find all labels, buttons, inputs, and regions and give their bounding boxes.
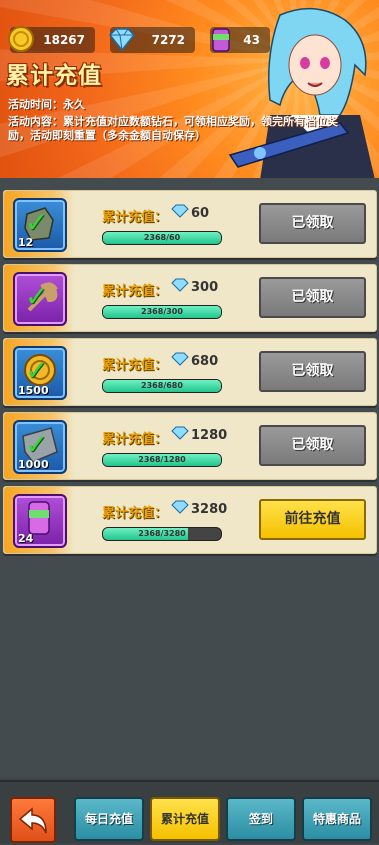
reward-quantity: 24 xyxy=(18,532,34,545)
reward-row: ✓ 累计充值： 300 2368/300 已领取 xyxy=(3,264,377,332)
progress-text: 2368/1280 xyxy=(138,455,186,464)
reward-amount: 300 xyxy=(191,280,219,295)
reward-quantity: 12 xyxy=(18,236,34,249)
back-button[interactable] xyxy=(10,797,56,843)
reward-row: ✓ 1500 累计充值： 680 2368/680 已领取 xyxy=(3,338,377,406)
progress-text: 2368/3280 xyxy=(138,529,186,538)
claimed-check-icon: ✓ xyxy=(25,280,49,313)
reward-label: 累计充值： xyxy=(102,284,168,299)
coin-counter: 18267 xyxy=(8,26,95,53)
reward-label: 累计充值： xyxy=(102,210,168,225)
coin-icon xyxy=(8,26,34,52)
header-banner: 18267 7272 43 累计充值 活动时间：永久 活动内容：累计充值对应数额… xyxy=(0,0,379,178)
diamond-icon xyxy=(171,352,189,366)
diamond-icon xyxy=(171,204,189,218)
tab-daily-recharge[interactable]: 每日充值 xyxy=(74,797,144,841)
reward-amount: 60 xyxy=(191,206,210,221)
tab-sign-in[interactable]: 签到 xyxy=(226,797,296,841)
progress-bar: 2368/1280 xyxy=(102,453,222,467)
reward-slot[interactable]: ✓ xyxy=(13,272,67,326)
activity-time: 活动时间：永久 xyxy=(8,98,85,111)
progress-text: 2368/680 xyxy=(141,381,183,390)
progress-bar: 2368/60 xyxy=(102,231,222,245)
tab-cumulative-recharge[interactable]: 累计充值 xyxy=(150,797,220,841)
page-title: 累计充值 xyxy=(6,63,102,89)
claimed-check-icon: ✓ xyxy=(25,428,49,461)
claimed-check-icon: ✓ xyxy=(25,206,49,239)
reward-slot[interactable]: 24 xyxy=(13,494,67,548)
progress-bar: 2368/3280 xyxy=(102,527,222,541)
progress-bar: 2368/300 xyxy=(102,305,222,319)
energy-value: 43 xyxy=(243,33,260,47)
claimed-check-icon: ✓ xyxy=(25,354,49,387)
diamond-counter: 7272 xyxy=(108,27,195,53)
reward-quantity: 1000 xyxy=(18,458,49,471)
progress-text: 2368/60 xyxy=(143,233,181,242)
energy-counter: 43 xyxy=(210,27,270,53)
progress-bar: 2368/680 xyxy=(102,379,222,393)
back-arrow-icon xyxy=(18,807,47,834)
reward-row: ✓ 1000 累计充值： 1280 2368/1280 已领取 xyxy=(3,412,377,480)
reward-amount: 680 xyxy=(191,354,219,369)
activity-description: 活动内容：累计充值对应数额钻石，可领相应奖励，领完所有档位奖励，活动即刻重置（多… xyxy=(8,115,338,142)
claimed-button[interactable]: 已领取 xyxy=(259,203,366,244)
reward-slot[interactable]: ✓ 1500 xyxy=(13,346,67,400)
go-recharge-button[interactable]: 前往充值 xyxy=(259,499,366,540)
reward-row: ✓ 12 累计充值： 60 2368/60 已领取 xyxy=(3,190,377,258)
reward-row: 24 累计充值： 3280 2368/3280 前往充值 xyxy=(3,486,377,554)
resource-bar: 18267 7272 43 xyxy=(0,26,379,55)
claimed-button[interactable]: 已领取 xyxy=(259,351,366,392)
reward-label: 累计充值： xyxy=(102,358,168,373)
claimed-button[interactable]: 已领取 xyxy=(259,277,366,318)
reward-list: ✓ 12 累计充值： 60 2368/60 已领取 ✓ 累计充值： 300 23… xyxy=(0,178,379,778)
reward-slot[interactable]: ✓ 12 xyxy=(13,198,67,252)
diamond-icon xyxy=(108,28,136,52)
reward-slot[interactable]: ✓ 1000 xyxy=(13,420,67,474)
reward-amount: 1280 xyxy=(191,428,228,443)
diamond-icon xyxy=(171,426,189,440)
reward-label: 累计充值： xyxy=(102,432,168,447)
tab-special-offers[interactable]: 特惠商品 xyxy=(302,797,372,841)
diamond-icon xyxy=(171,278,189,292)
energy-can-icon xyxy=(212,28,230,52)
reward-amount: 3280 xyxy=(191,502,228,517)
diamond-icon xyxy=(171,500,189,514)
progress-text: 2368/300 xyxy=(141,307,183,316)
claimed-button[interactable]: 已领取 xyxy=(259,425,366,466)
diamond-value: 7272 xyxy=(151,33,185,47)
bottom-nav: 每日充值 累计充值 签到 特惠商品 xyxy=(0,780,379,843)
coin-value: 18267 xyxy=(43,33,85,47)
reward-quantity: 1500 xyxy=(18,384,49,397)
reward-label: 累计充值： xyxy=(102,506,168,521)
